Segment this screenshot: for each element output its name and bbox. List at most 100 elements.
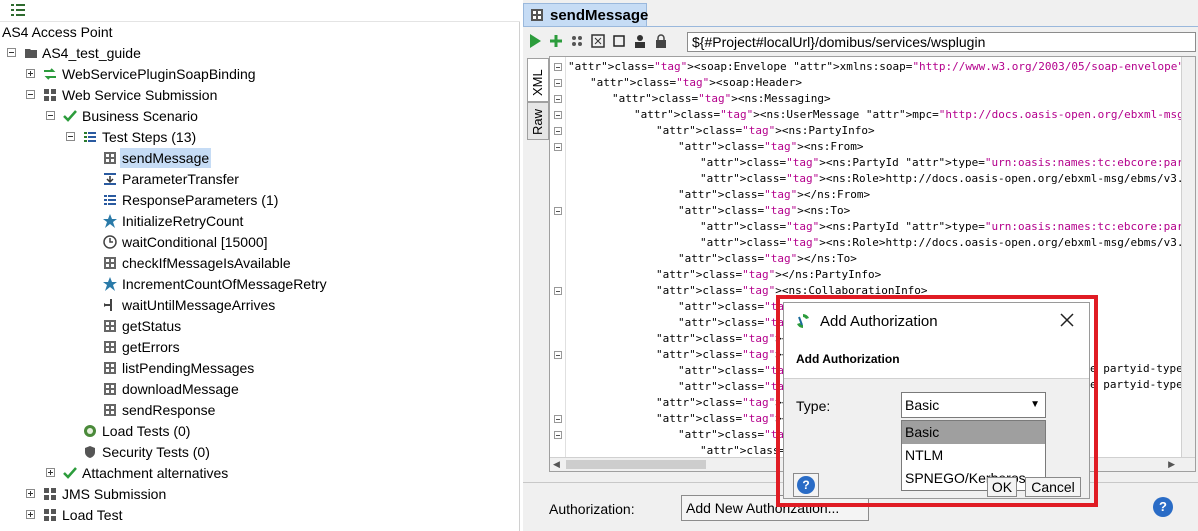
tree-item-load-tests[interactable]: Load Tests (0) <box>0 421 500 441</box>
project-tree-panel: AS4 Access Point AS4_test_guide WebServi… <box>0 0 520 531</box>
soap-request-icon <box>531 9 543 21</box>
tree-item-web-service-submission[interactable]: Web Service Submission <box>0 85 500 105</box>
collapse-icon[interactable] <box>66 132 75 141</box>
tree-item-send-message[interactable]: sendMessage <box>0 148 500 168</box>
star-icon <box>103 277 117 291</box>
transfer-icon <box>104 173 116 185</box>
tree-item-download-message[interactable]: downloadMessage <box>0 379 500 399</box>
endpoint-input[interactable]: ${#Project#localUrl}/domibus/services/ws… <box>687 32 1196 52</box>
xml-line: "attr">class="tag"></ns:From> <box>678 188 871 201</box>
tab-xml-label: XML <box>530 69 545 96</box>
scroll-right-icon[interactable]: ▶ <box>1168 459 1175 470</box>
tree-item-increment-count-of-message-retry[interactable]: IncrementCountOfMessageRetry <box>0 274 500 294</box>
xml-line: "attr">class="tag"><soap:Envelope "attr"… <box>568 60 1195 73</box>
xml-line: "attr">class="tag"><ns:PartyId "attr">ty… <box>700 220 1196 233</box>
fold-toggle-icon[interactable] <box>554 63 562 71</box>
tree-item-send-response[interactable]: sendResponse <box>0 400 500 420</box>
stop-icon[interactable] <box>611 33 627 49</box>
run-icon[interactable] <box>527 33 543 49</box>
expand-icon[interactable] <box>26 489 35 498</box>
type-option-ntlm[interactable]: NTLM <box>902 444 1045 467</box>
xml-line: "attr">class="tag"><ns:PartyInfo> <box>656 124 875 137</box>
binding-arrows-icon <box>44 68 56 80</box>
tree-item-get-status[interactable]: getStatus <box>0 316 500 336</box>
tree-item-label: AS4_test_guide <box>42 45 141 61</box>
fold-toggle-icon[interactable] <box>554 431 562 439</box>
collapse-icon[interactable] <box>7 48 16 57</box>
xml-fragment: e partyid-type <box>1090 377 1183 393</box>
user-icon[interactable] <box>632 33 648 49</box>
xml-line: "attr">class="tag"><soap:Header> <box>590 76 802 89</box>
tree-item-load-test[interactable]: Load Test <box>0 505 500 525</box>
tree-item-check-if-message-is-available[interactable]: checkIfMessageIsAvailable <box>0 253 500 273</box>
expand-icon[interactable] <box>26 510 35 519</box>
lock-icon[interactable] <box>653 33 669 49</box>
tree-item-parameter-transfer[interactable]: ParameterTransfer <box>0 169 500 189</box>
close-icon[interactable] <box>1059 312 1075 328</box>
tree-item-wait-until-message-arrives[interactable]: waitUntilMessageArrives <box>0 295 500 315</box>
type-option-spnego-kerberos[interactable]: SPNEGO/Kerberos <box>902 467 1045 490</box>
tree-item-label: Load Tests (0) <box>102 423 191 439</box>
fold-toggle-icon[interactable] <box>554 287 562 295</box>
tree-item-security-tests[interactable]: Security Tests (0) <box>0 442 500 462</box>
tree-item-label: WebServicePluginSoapBinding <box>62 66 256 82</box>
soap-request-icon <box>104 257 116 269</box>
fold-toggle-icon[interactable] <box>554 351 562 359</box>
tree-item-business-scenario[interactable]: Business Scenario <box>0 106 500 126</box>
fold-toggle-icon[interactable] <box>554 95 562 103</box>
soapui-logo-icon <box>797 314 809 328</box>
fold-toggle-icon[interactable] <box>554 207 562 215</box>
collapse-icon[interactable] <box>46 111 55 120</box>
fold-toggle-icon[interactable] <box>554 111 562 119</box>
tree-item-label: listPendingMessages <box>122 360 255 376</box>
tree-item-label: JMS Submission <box>62 486 167 502</box>
view-icon[interactable] <box>590 33 606 49</box>
tree-item-response-parameters[interactable]: ResponseParameters (1) <box>0 190 500 210</box>
chevron-down-icon[interactable]: ▼ <box>1030 393 1040 417</box>
tree-item-webservice-plugin-soap-binding[interactable]: WebServicePluginSoapBinding <box>0 64 500 84</box>
tree-item-get-errors[interactable]: getErrors <box>0 337 500 357</box>
tree-item-label: downloadMessage <box>122 381 239 397</box>
authorization-label: Authorization: <box>549 501 635 517</box>
fold-toggle-icon[interactable] <box>554 143 562 151</box>
tree-item-label: checkIfMessageIsAvailable <box>122 255 291 271</box>
soap-request-icon <box>104 320 116 332</box>
type-option-basic[interactable]: Basic <box>902 421 1045 444</box>
dialog-help-button[interactable]: ? <box>793 473 819 497</box>
tree-item-jms-submission[interactable]: JMS Submission <box>0 484 500 504</box>
editor-tab-send-message[interactable]: sendMessage <box>523 3 648 27</box>
tree-item-test-steps[interactable]: Test Steps (13) <box>0 127 500 147</box>
ok-button[interactable]: OK <box>987 477 1017 497</box>
settings-icon[interactable] <box>569 33 585 49</box>
tree-item-as4-test-guide[interactable]: AS4_test_guide <box>0 43 500 63</box>
add-icon[interactable] <box>548 33 564 49</box>
clock-icon <box>103 235 117 249</box>
vertical-scrollbar[interactable] <box>1181 57 1195 457</box>
tab-raw[interactable]: Raw <box>527 102 549 140</box>
tree-item-label: getErrors <box>122 339 180 355</box>
tree-item-attachment-alternatives[interactable]: Attachment alternatives <box>0 463 500 483</box>
type-select[interactable]: Basic ▼ <box>901 392 1046 418</box>
xml-line: "attr">class="tag"></ns:To> <box>678 252 857 265</box>
expand-icon[interactable] <box>26 69 35 78</box>
list-view-icon[interactable] <box>10 3 26 17</box>
tree-item-initialize-retry-count[interactable]: InitializeRetryCount <box>0 211 500 231</box>
collapse-icon[interactable] <box>26 90 35 99</box>
help-icon[interactable]: ? <box>1153 497 1173 517</box>
help-icon: ? <box>797 476 815 494</box>
fold-toggle-icon[interactable] <box>554 127 562 135</box>
tab-raw-label: Raw <box>530 108 545 135</box>
tree-item-wait-conditional[interactable]: waitConditional [15000] <box>0 232 500 252</box>
scroll-left-icon[interactable]: ◀ <box>553 459 560 470</box>
fold-toggle-icon[interactable] <box>554 79 562 87</box>
soap-request-icon <box>104 404 116 416</box>
tree-item-label: InitializeRetryCount <box>122 213 244 229</box>
tree-item-list-pending-messages[interactable]: listPendingMessages <box>0 358 500 378</box>
tree-item-label: Web Service Submission <box>62 87 218 103</box>
tab-xml[interactable]: XML <box>527 58 549 102</box>
expand-icon[interactable] <box>46 468 55 477</box>
tree-item-label: sendResponse <box>122 402 216 418</box>
scrollbar-thumb[interactable] <box>566 460 706 469</box>
cancel-button[interactable]: Cancel <box>1025 477 1081 497</box>
fold-toggle-icon[interactable] <box>554 415 562 423</box>
